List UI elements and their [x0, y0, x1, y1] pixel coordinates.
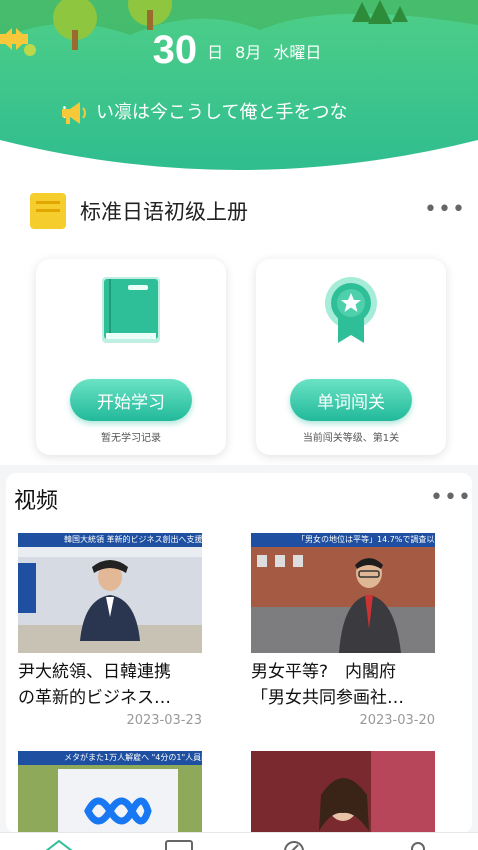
weekday-label: 水曜日 [273, 42, 322, 62]
video-caption: 男女平等? 内閣府 「男女共同参画社… [251, 659, 435, 711]
date-row: 30 日 8月 水曜日 [0, 28, 478, 73]
book-action-cards: 开始学习 暂无学习记录 单词闯关 当前闯关等级、第1关 [36, 259, 446, 455]
book-title: 标准日语初级上册 [80, 200, 248, 224]
megaphone-icon [62, 102, 86, 124]
start-study-button[interactable]: 开始学习 [70, 379, 192, 421]
textbook-icon [102, 277, 160, 343]
video-more-icon[interactable]: ••• [430, 485, 472, 510]
thumbnail-image [251, 533, 435, 653]
book-title-row[interactable]: 标准日语初级上册 [30, 193, 248, 229]
thumbnail-image [18, 533, 202, 653]
thumbnail-banner [251, 751, 435, 765]
bottom-tab-bar [0, 832, 478, 850]
thumbnail-banner: メタがまた1万人解雇へ "4分の1"人員削減 [18, 751, 202, 765]
notice-bar[interactable]: ： い凛は今こうして俺と手をつな [60, 98, 420, 124]
video-card[interactable]: 「男女の地位は平等」14.7%で調査以来最低に 男女平等? 内閣府 「男女共同参… [251, 533, 435, 728]
video-thumbnail: 「男女の地位は平等」14.7%で調査以来最低に [251, 533, 435, 653]
home-tab-icon[interactable] [44, 839, 74, 850]
video-date: 2023-03-20 [359, 713, 435, 728]
book-cover-icon [30, 193, 66, 229]
notice-text: い凛は今こうして俺と手をつな [96, 102, 348, 123]
header-background [0, 0, 478, 175]
discover-tab-icon[interactable] [282, 839, 306, 850]
video-section: 视频 ••• 韓国大統領 革新的ビジネス創出へ支援表明 [6, 473, 472, 850]
medal-icon [325, 277, 377, 343]
video-caption-line: 尹大統領、日韓連携 [18, 662, 171, 682]
day-unit: 日 [207, 42, 224, 62]
video-section-title: 视频 [14, 489, 59, 514]
month-label: 8月 [235, 42, 262, 62]
profile-tab-icon[interactable] [406, 839, 430, 850]
thumbnail-banner: 「男女の地位は平等」14.7%で調査以来最低に [251, 533, 435, 547]
video-caption-line: の革新的ビジネス… [18, 688, 171, 708]
vocab-level-text: 当前闯关等级、第1关 [302, 433, 400, 444]
book-more-icon[interactable]: ••• [424, 197, 466, 222]
book-section: 标准日语初级上册 ••• 开始学习 暂无学习记录 单词闯关 当前闯关等级、第1关 [0, 175, 478, 465]
day-number: 30 [152, 28, 198, 72]
video-date: 2023-03-23 [126, 713, 202, 728]
app-screen: 30 日 8月 水曜日 ： い凛は今こうして俺と手をつな 标准日语初级上册 [0, 0, 478, 850]
header-banner: 30 日 8月 水曜日 ： い凛は今こうして俺と手をつな [0, 0, 478, 175]
video-caption-line: 男女平等? 内閣府 [251, 662, 397, 682]
study-card[interactable]: 开始学习 暂无学习记录 [36, 259, 226, 455]
video-caption-line: 「男女共同参画社… [251, 688, 404, 708]
study-record-text: 暂无学习记录 [101, 433, 161, 444]
video-card[interactable]: 韓国大統領 革新的ビジネス創出へ支援表明 尹大統領、日韓連携 の革新的ビジネス…… [18, 533, 202, 728]
vocab-challenge-button[interactable]: 单词闯关 [290, 379, 412, 421]
video-thumbnail: 韓国大統領 革新的ビジネス創出へ支援表明 [18, 533, 202, 653]
next-day-arrow-icon[interactable] [0, 28, 28, 50]
course-tab-icon[interactable] [164, 839, 194, 850]
vocab-card[interactable]: 单词闯关 当前闯关等级、第1关 [256, 259, 446, 455]
thumbnail-banner: 韓国大統領 革新的ビジネス創出へ支援表明 [18, 533, 202, 547]
video-caption: 尹大統領、日韓連携 の革新的ビジネス… [18, 659, 202, 711]
